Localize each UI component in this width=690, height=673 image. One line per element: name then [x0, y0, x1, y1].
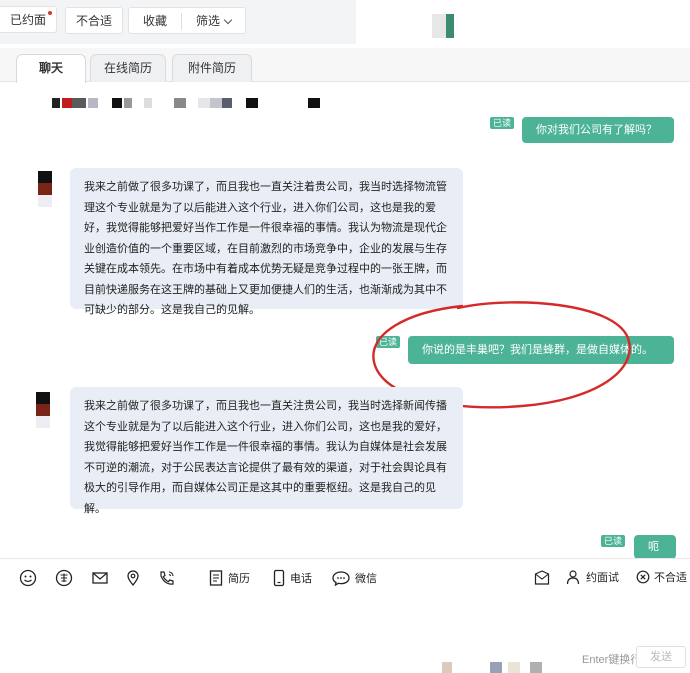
- chevron-down-icon: [223, 15, 233, 25]
- inbox-button[interactable]: [533, 569, 551, 587]
- contacted-label: 已约面: [10, 13, 47, 27]
- read-status-badge: 已读: [490, 117, 515, 129]
- wechat-button-label: 微信: [355, 573, 377, 585]
- censored-block: [530, 662, 542, 673]
- chat-toolbar: 简历 电话 微信 约面试 不合适: [0, 558, 690, 598]
- wechat-icon: [332, 571, 350, 587]
- common-phrase-icon: [55, 569, 73, 587]
- tab-online-resume-label: 在线简历: [103, 61, 152, 75]
- filter-dropdown-label: 筛选: [196, 14, 221, 28]
- favorite-filter[interactable]: 收藏: [129, 8, 181, 33]
- call-button[interactable]: [157, 569, 177, 587]
- send-button[interactable]: 发送: [636, 646, 686, 668]
- mail-button[interactable]: [91, 569, 109, 587]
- phone-icon: [273, 569, 285, 587]
- wechat-button[interactable]: 微信: [331, 569, 377, 587]
- filter-dropdown[interactable]: 筛选: [182, 8, 245, 33]
- read-status-badge: 已读: [601, 535, 626, 547]
- contacted-filter[interactable]: 已约面: [0, 6, 58, 33]
- location-button[interactable]: [124, 569, 142, 587]
- avatar: [36, 392, 50, 432]
- call-icon: [160, 571, 174, 585]
- emoji-button[interactable]: [19, 569, 37, 587]
- message-bubble-left: 我来之前做了很多功课了，而且我也一直关注贵公司，我当时选择新闻传播这个专业就是为…: [70, 387, 463, 515]
- mail-icon: [92, 572, 108, 584]
- censored-block: [490, 662, 502, 673]
- unread-dot: [48, 11, 53, 15]
- tab-attached-resume[interactable]: 附件简历: [172, 54, 252, 82]
- message-bubble-right: 呃: [634, 535, 676, 559]
- location-icon: [127, 570, 139, 587]
- emoji-icon: [19, 569, 37, 587]
- schedule-interview-button[interactable]: 约面试: [566, 569, 619, 585]
- message-bubble-left: 我来之前做了很多功课了，而且我也一直关注着贵公司，我当时选择物流管理这个专业就是…: [70, 168, 463, 316]
- mark-unfit-button[interactable]: 不合适: [636, 569, 687, 585]
- avatar: [38, 171, 52, 211]
- tab-chat[interactable]: 聊天: [16, 54, 86, 83]
- censored-block: [446, 14, 454, 38]
- phone-button-label: 电话: [290, 573, 312, 585]
- message-bubble-right: 你对我们公司有了解吗？: [522, 117, 674, 143]
- contact-header: [356, 0, 690, 70]
- mark-unfit-label: 不合适: [654, 572, 687, 584]
- message-input[interactable]: [0, 598, 690, 642]
- schedule-interview-label: 约面试: [586, 572, 619, 584]
- favorite-filter-group: 收藏 筛选: [128, 7, 247, 34]
- tab-bar: 聊天 在线简历 附件简历: [0, 48, 690, 83]
- unfit-filter-label: 不合适: [76, 14, 113, 28]
- unfit-filter[interactable]: 不合适: [65, 7, 124, 34]
- resume-button[interactable]: 简历: [208, 569, 250, 587]
- resume-button-label: 简历: [228, 573, 250, 585]
- resume-icon: [209, 570, 223, 586]
- unfit-icon: [636, 570, 650, 584]
- censored-block: [508, 662, 520, 673]
- common-phrase-button[interactable]: [55, 569, 73, 587]
- composer: Enter键换行 发送: [0, 598, 690, 673]
- tab-online-resume[interactable]: 在线简历: [90, 54, 166, 82]
- tab-chat-label: 聊天: [38, 61, 63, 75]
- censored-block: [442, 662, 452, 673]
- phone-button[interactable]: 电话: [272, 569, 312, 587]
- tab-attached-resume-label: 附件简历: [187, 61, 236, 75]
- inbox-icon: [534, 570, 550, 585]
- chat-window: 已约面 不合适 收藏 筛选 聊天 在线简历 附件简历 已读 你对我们公司有了解吗…: [0, 0, 690, 673]
- newline-hint: Enter键换行: [582, 654, 642, 666]
- interview-icon: [566, 570, 580, 585]
